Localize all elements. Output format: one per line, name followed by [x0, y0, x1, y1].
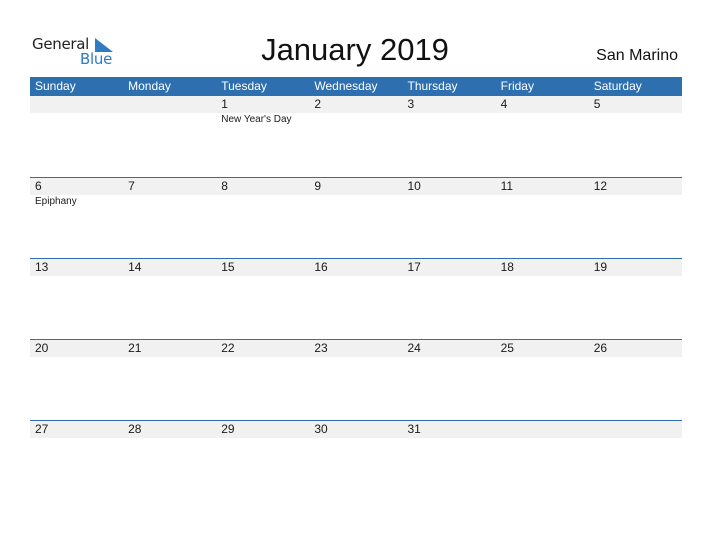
day-number: 21 — [128, 341, 142, 355]
day-number: 14 — [128, 260, 142, 274]
day-number: 12 — [593, 179, 608, 193]
day-number: 17 — [407, 260, 421, 274]
holiday-label — [496, 113, 589, 127]
day-number: 8 — [221, 179, 228, 193]
day-number: 23 — [314, 341, 328, 355]
day-number: 15 — [221, 260, 235, 274]
day-number-row: 6 7 8 9 10 11 12 — [30, 178, 682, 195]
day-number — [589, 421, 682, 438]
day-number: 16 — [314, 260, 328, 274]
day-number: 18 — [500, 260, 514, 274]
day-number: 5 — [593, 97, 601, 111]
day-number: 4 — [500, 97, 508, 111]
day-number: 27 — [35, 422, 49, 436]
day-number-row: 13 14 15 16 17 18 19 — [30, 259, 682, 276]
weekday-monday: Monday — [128, 79, 171, 93]
day-number: 19 — [593, 260, 608, 274]
day-number: 20 — [35, 341, 49, 355]
holiday-label — [123, 195, 216, 209]
country-label: San Marino — [596, 47, 678, 64]
holiday-label: Epiphany — [35, 196, 77, 207]
day-number-row: 27 28 29 30 31 — [30, 421, 682, 438]
holiday-label — [30, 113, 123, 127]
month-year: January 2019 — [261, 32, 449, 67]
day-number — [123, 96, 216, 113]
day-number: 2 — [314, 97, 322, 111]
day-number: 13 — [35, 260, 49, 274]
day-number: 10 — [407, 179, 421, 193]
day-number — [496, 421, 589, 438]
calendar-week: 13 14 15 16 17 18 19 — [30, 258, 682, 339]
day-number — [30, 96, 123, 113]
calendar-grid: Sunday Monday Tuesday Wednesday Thursday… — [30, 77, 682, 501]
holiday-label — [309, 113, 402, 127]
events-row: Epiphany — [30, 195, 682, 209]
holiday-label — [403, 195, 496, 209]
day-number: 26 — [593, 341, 608, 355]
weeks-container: 1 2 3 4 5 New Year's Day 6 7 8 9 10 11 12 Epiphany 13 1… — [30, 96, 682, 501]
holiday-label — [216, 195, 309, 209]
day-number: 6 — [35, 179, 42, 193]
holiday-label — [589, 195, 682, 209]
day-number: 11 — [500, 179, 514, 193]
day-number: 25 — [500, 341, 514, 355]
weekday-saturday: Saturday — [593, 79, 642, 93]
events-row: New Year's Day — [30, 113, 682, 127]
holiday-label — [403, 113, 496, 127]
weekday-sunday: Sunday — [35, 79, 76, 93]
day-number: 24 — [407, 341, 421, 355]
day-number: 31 — [407, 422, 421, 436]
calendar-week: 27 28 29 30 31 — [30, 420, 682, 501]
day-number-row: 1 2 3 4 5 — [30, 96, 682, 113]
weekday-header: Sunday Monday Tuesday Wednesday Thursday… — [30, 77, 682, 96]
holiday-label — [589, 113, 682, 127]
holiday-label — [123, 113, 216, 127]
day-number: 7 — [128, 179, 135, 193]
holiday-label: New Year's Day — [221, 114, 292, 125]
holiday-label — [496, 195, 589, 209]
day-number: 9 — [314, 179, 322, 193]
weekday-wednesday: Wednesday — [314, 79, 378, 93]
day-number: 29 — [221, 422, 235, 436]
day-number: 22 — [221, 341, 235, 355]
day-number: 28 — [128, 422, 142, 436]
weekday-tuesday: Tuesday — [221, 79, 267, 93]
calendar-week: 1 2 3 4 5 New Year's Day — [30, 96, 682, 177]
weekday-thursday: Thursday — [407, 79, 458, 93]
day-number-row: 20 21 22 23 24 25 26 — [30, 340, 682, 357]
day-number: 30 — [314, 422, 328, 436]
calendar-week: 20 21 22 23 24 25 26 — [30, 339, 682, 420]
weekday-friday: Friday — [500, 79, 534, 93]
holiday-label — [309, 195, 402, 209]
calendar-week: 6 7 8 9 10 11 12 Epiphany — [30, 177, 682, 258]
day-number: 1 — [221, 97, 228, 111]
day-number: 3 — [407, 97, 415, 111]
